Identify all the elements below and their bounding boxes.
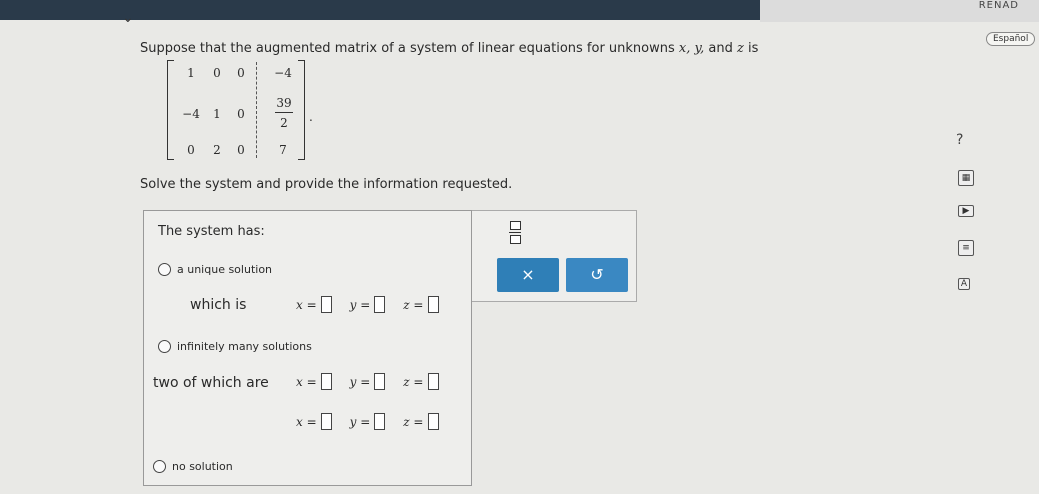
chevron-down-icon[interactable]: ⌄ (122, 10, 140, 26)
infinite-solution-row-1: x = y = z = (296, 373, 457, 390)
matrix-cell: 2 (213, 143, 221, 157)
infinite-solution-row-2: x = y = z = (296, 413, 457, 430)
clear-button[interactable]: × (497, 258, 559, 292)
unique-solution-row: x = y = z = (296, 296, 457, 313)
matrix-cell: −4 (274, 66, 292, 80)
x-input[interactable] (320, 296, 332, 313)
radio-button[interactable] (158, 340, 171, 353)
matrix-left-bracket (167, 60, 174, 160)
matrix-divider (256, 62, 257, 158)
y-input[interactable] (374, 413, 386, 430)
option-label: infinitely many solutions (177, 340, 312, 353)
matrix-end-dot: . (309, 110, 313, 124)
instruction-text: Solve the system and provide the informa… (140, 177, 513, 192)
x-input[interactable] (320, 373, 332, 390)
z-input[interactable] (427, 413, 439, 430)
augmented-matrix: 1 0 0 −4 −4 1 0 39 2 0 2 0 7 . (167, 58, 313, 160)
question-prompt: Suppose that the augmented matrix of a s… (140, 41, 759, 56)
matrix-cell: 0 (237, 107, 245, 121)
matrix-cell: 0 (237, 143, 245, 157)
z-input[interactable] (427, 373, 439, 390)
ebook-icon[interactable]: ≡ (958, 240, 974, 256)
calculator-icon[interactable]: ▦ (958, 170, 974, 186)
x-input[interactable] (320, 413, 332, 430)
matrix-fraction-denominator: 2 (280, 116, 288, 130)
option-label: no solution (172, 460, 233, 473)
matrix-cell: 0 (237, 66, 245, 80)
z-input[interactable] (427, 296, 439, 313)
fraction-tool-icon[interactable] (509, 221, 521, 244)
option-no-solution[interactable]: no solution (153, 460, 233, 473)
help-icon[interactable]: ? (956, 132, 963, 148)
option-label: a unique solution (177, 263, 273, 276)
which-is-label: which is (190, 297, 247, 313)
text-size-icon[interactable]: A (958, 278, 970, 290)
y-input[interactable] (374, 296, 386, 313)
option-unique-solution[interactable]: a unique solution (158, 263, 272, 276)
radio-button[interactable] (153, 460, 166, 473)
radio-button[interactable] (158, 263, 171, 276)
matrix-cell: 0 (187, 143, 195, 157)
two-of-which-label: two of which are (153, 375, 269, 391)
matrix-fraction-bar (275, 112, 293, 113)
y-input[interactable] (374, 373, 386, 390)
matrix-cell: 1 (213, 107, 221, 121)
matrix-cell: 0 (213, 66, 221, 80)
matrix-cell: 7 (279, 143, 287, 157)
matrix-fraction-numerator: 39 (276, 96, 292, 110)
matrix-cell: 1 (187, 66, 195, 80)
video-icon[interactable]: ▶ (958, 205, 974, 217)
language-button[interactable]: Español (986, 32, 1036, 46)
header-right-text: RENAD (978, 0, 1019, 11)
answer-panel-title: The system has: (158, 224, 265, 239)
undo-button[interactable]: ↺ (566, 258, 628, 292)
matrix-right-bracket (298, 60, 305, 160)
option-infinite-solutions[interactable]: infinitely many solutions (158, 340, 312, 353)
matrix-cell: −4 (182, 107, 200, 121)
